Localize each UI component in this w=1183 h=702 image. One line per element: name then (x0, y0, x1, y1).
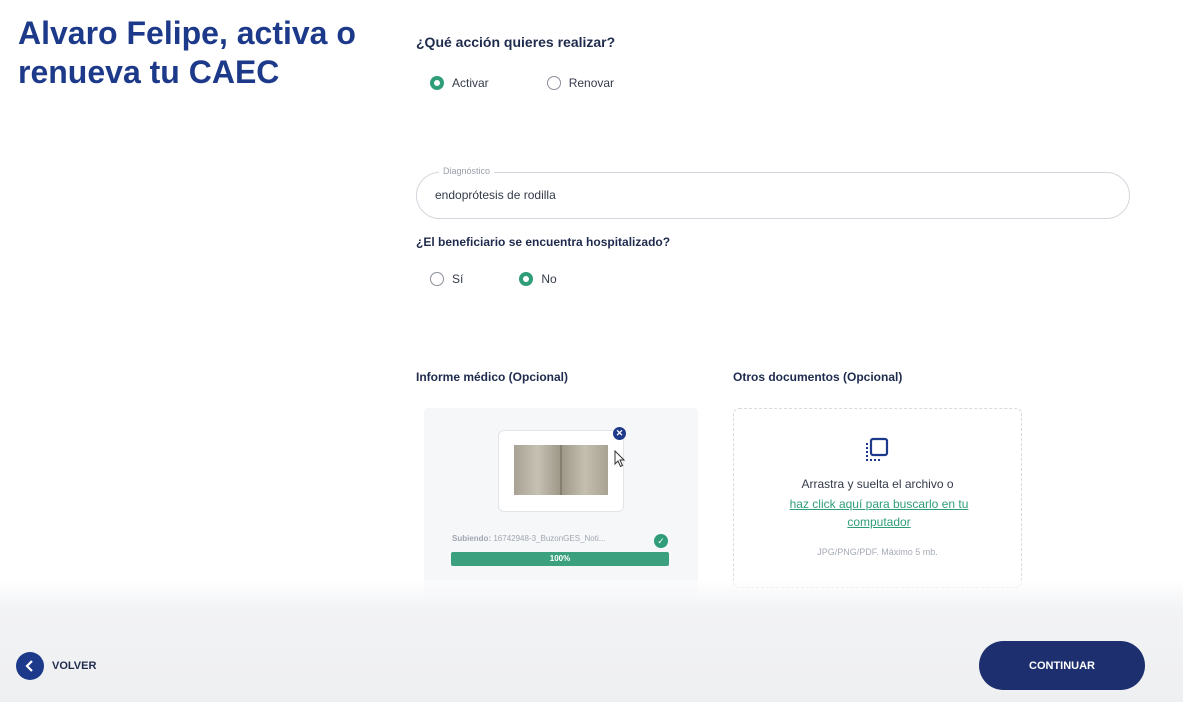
uploading-file-name: 16742948-3_BuzonGES_Noti... (493, 534, 606, 543)
other-documents-dropzone[interactable]: Arrastra y suelta el archivo o haz click… (733, 408, 1022, 588)
radio-si-indicator[interactable] (430, 272, 444, 286)
upload-progress-bar: 100% (451, 552, 669, 566)
hospitalized-question: ¿El beneficiario se encuentra hospitaliz… (416, 235, 671, 249)
diagnosis-label: Diagnóstico (439, 166, 495, 176)
dropzone-instructions: Arrastra y suelta el archivo o (801, 477, 954, 491)
radio-activar-indicator[interactable] (430, 76, 444, 90)
medical-report-upload-card: ✕ Subiendo: 16742948-3_BuzonGES_Noti... … (424, 408, 698, 593)
document-preview-image (514, 445, 608, 495)
back-button[interactable]: VOLVER (16, 652, 96, 680)
upload-icon (866, 437, 889, 461)
medical-report-title: Informe médico (Opcional) (416, 370, 569, 384)
radio-renovar-indicator[interactable] (546, 76, 561, 90)
uploading-prefix: Subiendo: (452, 534, 492, 543)
action-radio-group: Activar Renovar (430, 76, 614, 90)
page-title: Alvaro Felipe, activa o renueva tu CAEC (18, 15, 356, 90)
radio-renovar[interactable]: Renovar (546, 76, 615, 90)
close-icon[interactable]: ✕ (613, 427, 626, 440)
back-label: VOLVER (52, 660, 97, 672)
radio-renovar-label: Renovar (568, 76, 615, 90)
upload-status-text: Subiendo: 16742948-3_BuzonGES_Noti... (452, 534, 672, 543)
radio-si[interactable]: Sí (430, 272, 463, 286)
cursor-icon (614, 450, 626, 468)
check-icon: ✓ (654, 534, 668, 548)
hospitalized-radio-group: Sí No (430, 272, 557, 286)
radio-no-indicator[interactable] (519, 272, 534, 286)
browse-files-link[interactable]: haz click aquí para buscarlo en tu compu… (774, 495, 984, 531)
radio-no[interactable]: No (519, 272, 557, 286)
radio-si-label: Sí (452, 272, 464, 286)
other-documents-title: Otros documentos (Opcional) (733, 370, 903, 384)
radio-activar-label: Activar (452, 76, 489, 90)
continue-button[interactable]: CONTINUAR (979, 641, 1145, 690)
file-thumbnail[interactable] (498, 430, 624, 512)
upload-progress-text: 100% (549, 554, 571, 563)
radio-no-label: No (541, 272, 557, 286)
action-question: ¿Qué acción quieres realizar? (416, 34, 616, 50)
diagnosis-input[interactable] (433, 187, 1097, 203)
radio-activar[interactable]: Activar (430, 76, 489, 90)
diagnosis-field[interactable]: Diagnóstico (416, 166, 1130, 219)
file-format-note: JPG/PNG/PDF. Máximo 5 mb. (817, 547, 938, 557)
chevron-left-icon[interactable] (16, 652, 44, 680)
